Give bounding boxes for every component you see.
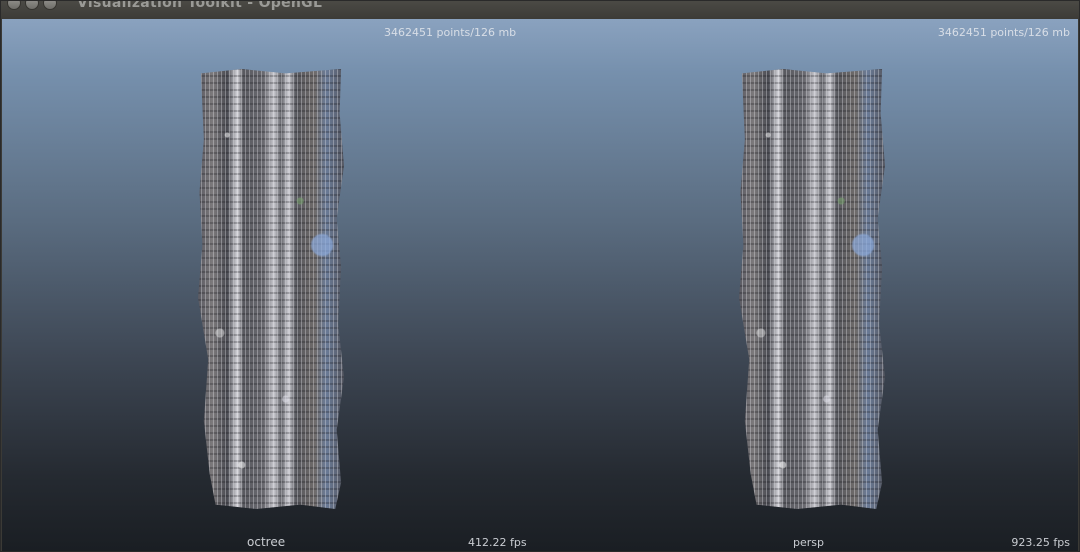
minimize-icon[interactable] bbox=[25, 1, 39, 10]
left-mode-label: octree bbox=[247, 535, 286, 549]
maximize-icon[interactable] bbox=[43, 1, 57, 10]
right-point-count: 3462451 points/126 mb bbox=[937, 26, 1070, 39]
render-viewport[interactable]: 3462451 points/126 mb 3462451 points/126… bbox=[2, 19, 1078, 551]
vtk-window: Visualization Toolkit - OpenGL 3462451 p… bbox=[0, 0, 1080, 552]
left-point-count: 3462451 points/126 mb bbox=[384, 26, 517, 39]
right-mode-label: persp bbox=[793, 536, 824, 549]
window-title: Visualization Toolkit - OpenGL bbox=[77, 1, 323, 11]
point-cloud-right[interactable] bbox=[739, 69, 885, 509]
close-icon[interactable] bbox=[7, 1, 21, 10]
point-cloud-left[interactable] bbox=[198, 69, 344, 509]
title-bar[interactable]: Visualization Toolkit - OpenGL bbox=[1, 1, 1079, 19]
left-fps: 412.22 fps bbox=[468, 536, 527, 549]
right-fps: 923.25 fps bbox=[1011, 536, 1070, 549]
